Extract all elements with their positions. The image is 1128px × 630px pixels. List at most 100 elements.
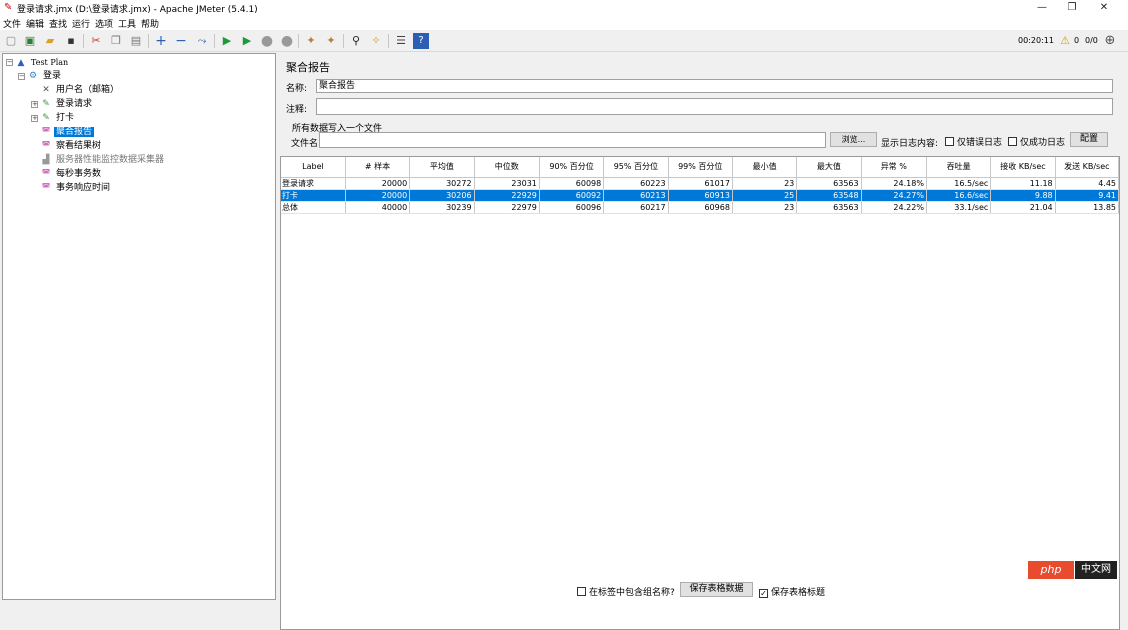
menu-file[interactable]: 文件 xyxy=(3,17,21,30)
success-only-checkbox[interactable]: 仅成功日志 xyxy=(1008,135,1065,148)
start-icon[interactable]: ▶ xyxy=(219,33,235,49)
include-group-label: 在标签中包含组名称? xyxy=(589,588,675,598)
toggle-icon[interactable]: ⤳ xyxy=(194,33,210,49)
help-icon[interactable]: ? xyxy=(413,33,429,49)
reset-search-icon[interactable]: ✧ xyxy=(368,33,384,49)
templates-icon[interactable]: ▣ xyxy=(22,33,38,49)
name-input[interactable]: 聚合报告 xyxy=(316,79,1113,93)
browse-button[interactable]: 浏览... xyxy=(830,132,877,147)
save-table-button[interactable]: 保存表格数据 xyxy=(680,582,753,597)
filename-label: 文件名 xyxy=(291,139,319,149)
checkbox-box[interactable]: ✓ xyxy=(759,589,768,598)
menu-search[interactable]: 查找 xyxy=(49,17,67,30)
shutdown-icon[interactable]: ● xyxy=(279,33,295,49)
menu-help[interactable]: 帮助 xyxy=(141,17,159,30)
column-header[interactable]: # 样本 xyxy=(345,157,411,178)
table-cell: 60092 xyxy=(539,189,605,202)
tree-item-response-time[interactable]: ◚ 事务响应时间 xyxy=(40,182,112,195)
menu-tools[interactable]: 工具 xyxy=(118,17,136,30)
restore-button[interactable]: ❐ xyxy=(1057,0,1087,16)
toolbar: ▢ ▣ ▰ ▪ ✂ ❐ ▤ + − ⤳ ▶ ▶ ● ● ✦ ✦ ⚲ ✧ ☰ ? … xyxy=(0,30,1128,52)
column-header[interactable]: 99% 百分位 xyxy=(668,157,733,178)
collapse-toggle[interactable]: − xyxy=(18,73,25,80)
column-header[interactable]: 发送 KB/sec xyxy=(1055,157,1120,178)
menu-bar: 文件 编辑 查找 运行 选项 工具 帮助 xyxy=(0,16,1128,30)
start-no-pause-icon[interactable]: ▶ xyxy=(239,33,255,49)
column-header[interactable]: 90% 百分位 xyxy=(539,157,605,178)
table-cell: 打卡 xyxy=(281,189,346,202)
filename-input[interactable] xyxy=(319,132,826,148)
menu-edit[interactable]: 编辑 xyxy=(26,17,44,30)
column-header[interactable]: 最小值 xyxy=(732,157,798,178)
table-cell: 40000 xyxy=(345,201,411,214)
function-helper-icon[interactable]: ☰ xyxy=(393,33,409,49)
table-cell: 24.27% xyxy=(861,189,927,202)
table-row[interactable]: 登录请求 20000 30272 23031 60098 60223 61017… xyxy=(281,177,1120,190)
warning-icon[interactable]: ⚠ xyxy=(1057,33,1073,49)
thread-group-icon: ⚙ xyxy=(28,71,38,81)
tree-item-view-results-tree[interactable]: ◚ 察看结果树 xyxy=(40,140,103,153)
table-cell: 总体 xyxy=(281,201,346,214)
include-group-checkbox[interactable]: 在标签中包含组名称? xyxy=(577,585,675,598)
bottom-bar: 在标签中包含组名称? 保存表格数据 ✓ 保存表格标题 xyxy=(280,579,1120,600)
column-header[interactable]: 接收 KB/sec xyxy=(990,157,1056,178)
table-cell: 61017 xyxy=(668,177,733,190)
save-icon[interactable]: ▪ xyxy=(63,33,79,49)
sampler-icon: ✎ xyxy=(42,99,50,109)
column-header[interactable]: 异常 % xyxy=(861,157,927,178)
comment-input[interactable] xyxy=(316,98,1113,115)
clear-icon[interactable]: ✦ xyxy=(303,33,319,49)
table-cell: 22979 xyxy=(474,201,540,214)
listener-icon: ◚ xyxy=(41,127,51,137)
stop-icon[interactable]: ● xyxy=(259,33,275,49)
close-button[interactable]: ✕ xyxy=(1089,0,1119,16)
tree-item-thread-group[interactable]: ⚙ 登录 xyxy=(27,70,63,83)
table-cell: 4.45 xyxy=(1055,177,1120,190)
configure-button[interactable]: 配置 xyxy=(1070,132,1108,147)
minimize-button[interactable]: — xyxy=(1027,0,1057,16)
checkbox-box[interactable] xyxy=(577,587,586,596)
table-cell: 24.22% xyxy=(861,201,927,214)
tree-item-username[interactable]: ✕ 用户名（邮箱） xyxy=(40,84,121,97)
checkbox-box[interactable] xyxy=(945,137,954,146)
column-header[interactable]: 最大值 xyxy=(796,157,862,178)
table-row-selected[interactable]: 打卡 20000 30206 22929 60092 60213 60913 2… xyxy=(281,189,1120,202)
search-icon[interactable]: ⚲ xyxy=(348,33,364,49)
open-icon[interactable]: ▰ xyxy=(42,33,58,49)
tree-item-perfmon-collector[interactable]: ▟ 服务器性能监控数据采集器 xyxy=(40,154,166,167)
expand-icon[interactable]: + xyxy=(153,33,169,49)
column-header[interactable]: 95% 百分位 xyxy=(603,157,669,178)
table-row[interactable]: 总体 40000 30239 22979 60096 60217 60968 2… xyxy=(281,201,1120,214)
window-title: 登录请求.jmx (D:\登录请求.jmx) - Apache JMeter (… xyxy=(17,5,258,15)
tree-item-checkin[interactable]: ✎ 打卡 xyxy=(40,112,76,125)
column-header[interactable]: 吞吐量 xyxy=(926,157,992,178)
listener-icon: ◚ xyxy=(41,141,51,151)
test-plan-icon: ▲ xyxy=(17,58,25,68)
tree-item-tps[interactable]: ◚ 每秒事务数 xyxy=(40,168,103,181)
paste-icon[interactable]: ▤ xyxy=(128,33,144,49)
collapse-icon[interactable]: − xyxy=(173,33,189,49)
errors-only-checkbox[interactable]: 仅错误日志 xyxy=(945,135,1002,148)
new-icon[interactable]: ▢ xyxy=(3,33,19,49)
column-header[interactable]: 中位数 xyxy=(474,157,540,178)
table-cell: 24.18% xyxy=(861,177,927,190)
copy-icon[interactable]: ❐ xyxy=(108,33,124,49)
expand-toggle[interactable]: + xyxy=(31,115,38,122)
save-header-checkbox[interactable]: ✓ 保存表格标题 xyxy=(759,585,825,598)
listener-icon: ◚ xyxy=(41,183,51,193)
checkbox-box[interactable] xyxy=(1008,137,1017,146)
cut-icon[interactable]: ✂ xyxy=(88,33,104,49)
menu-run[interactable]: 运行 xyxy=(72,17,90,30)
collapse-toggle[interactable]: − xyxy=(6,59,13,66)
tree-item-login-request[interactable]: ✎ 登录请求 xyxy=(40,98,94,111)
results-table[interactable]: Label # 样本 平均值 中位数 90% 百分位 95% 百分位 99% 百… xyxy=(280,156,1120,630)
menu-options[interactable]: 选项 xyxy=(95,17,113,30)
expand-toggle[interactable]: + xyxy=(31,101,38,108)
column-header[interactable]: Label xyxy=(281,157,346,178)
test-plan-tree[interactable]: − ▲ Test Plan − ⚙ 登录 ✕ 用户名（邮箱） + ✎ 登录请求 + ✎ 打… xyxy=(2,53,276,600)
clear-all-icon[interactable]: ✦ xyxy=(323,33,339,49)
tree-item-aggregate-report[interactable]: ◚ 聚合报告 xyxy=(40,126,95,139)
toolbar-separator xyxy=(343,34,344,48)
tree-item-test-plan[interactable]: ▲ Test Plan xyxy=(15,56,70,69)
column-header[interactable]: 平均值 xyxy=(409,157,475,178)
